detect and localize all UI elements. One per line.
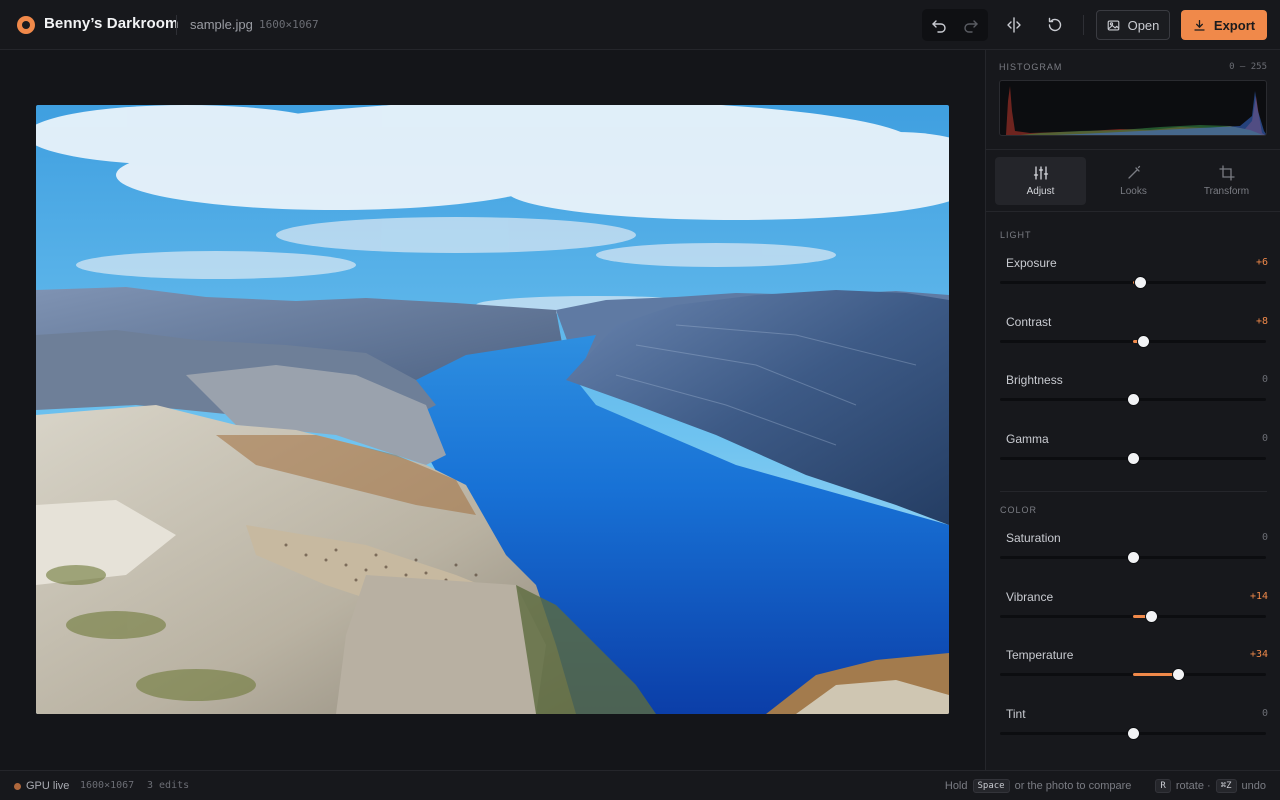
download-icon (1194, 19, 1205, 31)
slider-value: +8 (1255, 315, 1268, 327)
slider-value: +14 (1249, 590, 1268, 602)
slider-thumb[interactable] (1172, 669, 1184, 680)
slider-thumb[interactable] (1146, 610, 1158, 622)
slider-value: 0 (1261, 532, 1268, 543)
top-bar: Benny’s Darkroom sample.jpg 1600×1067 Op… (0, 0, 1280, 50)
file-name: sample.jpg (190, 17, 253, 32)
divider (986, 211, 1280, 212)
redo-arrow-icon (964, 20, 978, 33)
slider-label: Temperature (1006, 648, 1074, 662)
histogram-range: 0 – 255 (1229, 62, 1267, 72)
tab-transform[interactable]: Transform (1181, 157, 1272, 205)
slider-gamma: Gamma 0 (1000, 432, 1268, 482)
app-logo-icon (17, 16, 35, 34)
histogram (999, 80, 1267, 136)
slider-thumb[interactable] (1127, 727, 1139, 739)
compare-button[interactable] (999, 10, 1029, 40)
shortcut-hints: Hold Space or the photo to compare R rot… (945, 779, 1266, 793)
edit-count: 3 edits (147, 780, 190, 791)
slider-tint: Tint 0 (1000, 707, 1268, 757)
landscape-photo (36, 105, 949, 714)
slider-label: Exposure (1006, 256, 1057, 270)
export-button[interactable]: Export (1181, 10, 1267, 40)
slider-thumb[interactable] (1127, 552, 1139, 563)
key-r: R (1155, 779, 1171, 793)
divider (1000, 491, 1267, 492)
slider-label: Gamma (1006, 431, 1049, 446)
split-compare-icon (1007, 17, 1021, 33)
slider-value: +6 (1255, 257, 1268, 268)
slider-label: Tint (1006, 706, 1026, 721)
app-title: Benny’s Darkroom (44, 15, 179, 32)
tab-label: Transform (1203, 186, 1250, 197)
slider-label: Vibrance (1006, 589, 1054, 604)
undo-arrow-icon (932, 20, 946, 33)
histogram-graph (1006, 86, 1266, 135)
panel-tabs: Adjust Looks Transform (995, 157, 1273, 205)
status-bar: GPU live 1600×1067 3 edits Hold Space or… (0, 770, 1280, 800)
wand-icon (1127, 165, 1140, 179)
image-icon (1107, 19, 1119, 31)
slider-thumb[interactable] (1127, 394, 1139, 405)
tab-adjust[interactable]: Adjust (995, 157, 1086, 205)
slider-brightness: Brightness 0 (1000, 373, 1268, 423)
gpu-status-dot-icon (14, 783, 21, 790)
divider (176, 15, 177, 35)
slider-label: Contrast (1006, 314, 1052, 329)
slider-value: 0 (1261, 432, 1268, 444)
open-button[interactable]: Open (1096, 10, 1170, 40)
slider-thumb[interactable] (1135, 277, 1147, 288)
reset-rotate-icon (1048, 17, 1062, 32)
slider-contrast: Contrast +8 (1000, 315, 1268, 365)
redo-button[interactable] (956, 10, 986, 40)
hint-rotate: rotate · (1175, 780, 1211, 792)
slider-saturation: Saturation 0 (1000, 531, 1268, 581)
slider-value: 0 (1261, 374, 1268, 385)
file-dimensions: 1600×1067 (259, 18, 319, 31)
section-color-label: COLOR (1000, 505, 1038, 515)
divider (1083, 15, 1084, 35)
sliders-icon (1033, 166, 1048, 180)
divider (986, 149, 1280, 150)
reset-button[interactable] (1040, 10, 1070, 40)
slider-fill (1133, 673, 1179, 676)
crop-icon (1218, 165, 1235, 181)
tab-looks[interactable]: Looks (1088, 157, 1179, 205)
export-label: Export (1213, 17, 1256, 33)
key-space: Space (972, 779, 1010, 793)
tab-label: Adjust (1026, 186, 1055, 197)
slider-label: Brightness (1006, 373, 1063, 387)
open-label: Open (1127, 17, 1160, 33)
photo-canvas (0, 50, 985, 770)
slider-vibrance: Vibrance +14 (1000, 590, 1268, 640)
adjustments-panel: HISTOGRAM 0 – 255 Adjust Looks Transform… (985, 50, 1280, 770)
slider-temperature: Temperature +34 (1000, 648, 1268, 698)
tab-label: Looks (1120, 186, 1147, 197)
photo-preview[interactable] (36, 105, 949, 714)
slider-value: 0 (1261, 707, 1268, 719)
undo-button[interactable] (924, 10, 954, 40)
slider-thumb[interactable] (1138, 335, 1150, 347)
slider-value: +34 (1249, 649, 1268, 660)
slider-label: Saturation (1006, 531, 1061, 545)
gpu-status: GPU live (26, 780, 70, 792)
slider-thumb[interactable] (1127, 452, 1139, 464)
hint-hold: Hold (944, 780, 968, 792)
key-undo: ⌘Z (1215, 779, 1237, 793)
histogram-label: HISTOGRAM (999, 62, 1063, 72)
image-dims: 1600×1067 (80, 780, 135, 791)
hint-compare: or the photo to compare (1014, 780, 1132, 792)
section-light-label: LIGHT (1000, 230, 1032, 240)
history-group (922, 9, 988, 41)
hint-undo: undo (1241, 780, 1266, 792)
slider-exposure: Exposure +6 (1000, 256, 1268, 306)
